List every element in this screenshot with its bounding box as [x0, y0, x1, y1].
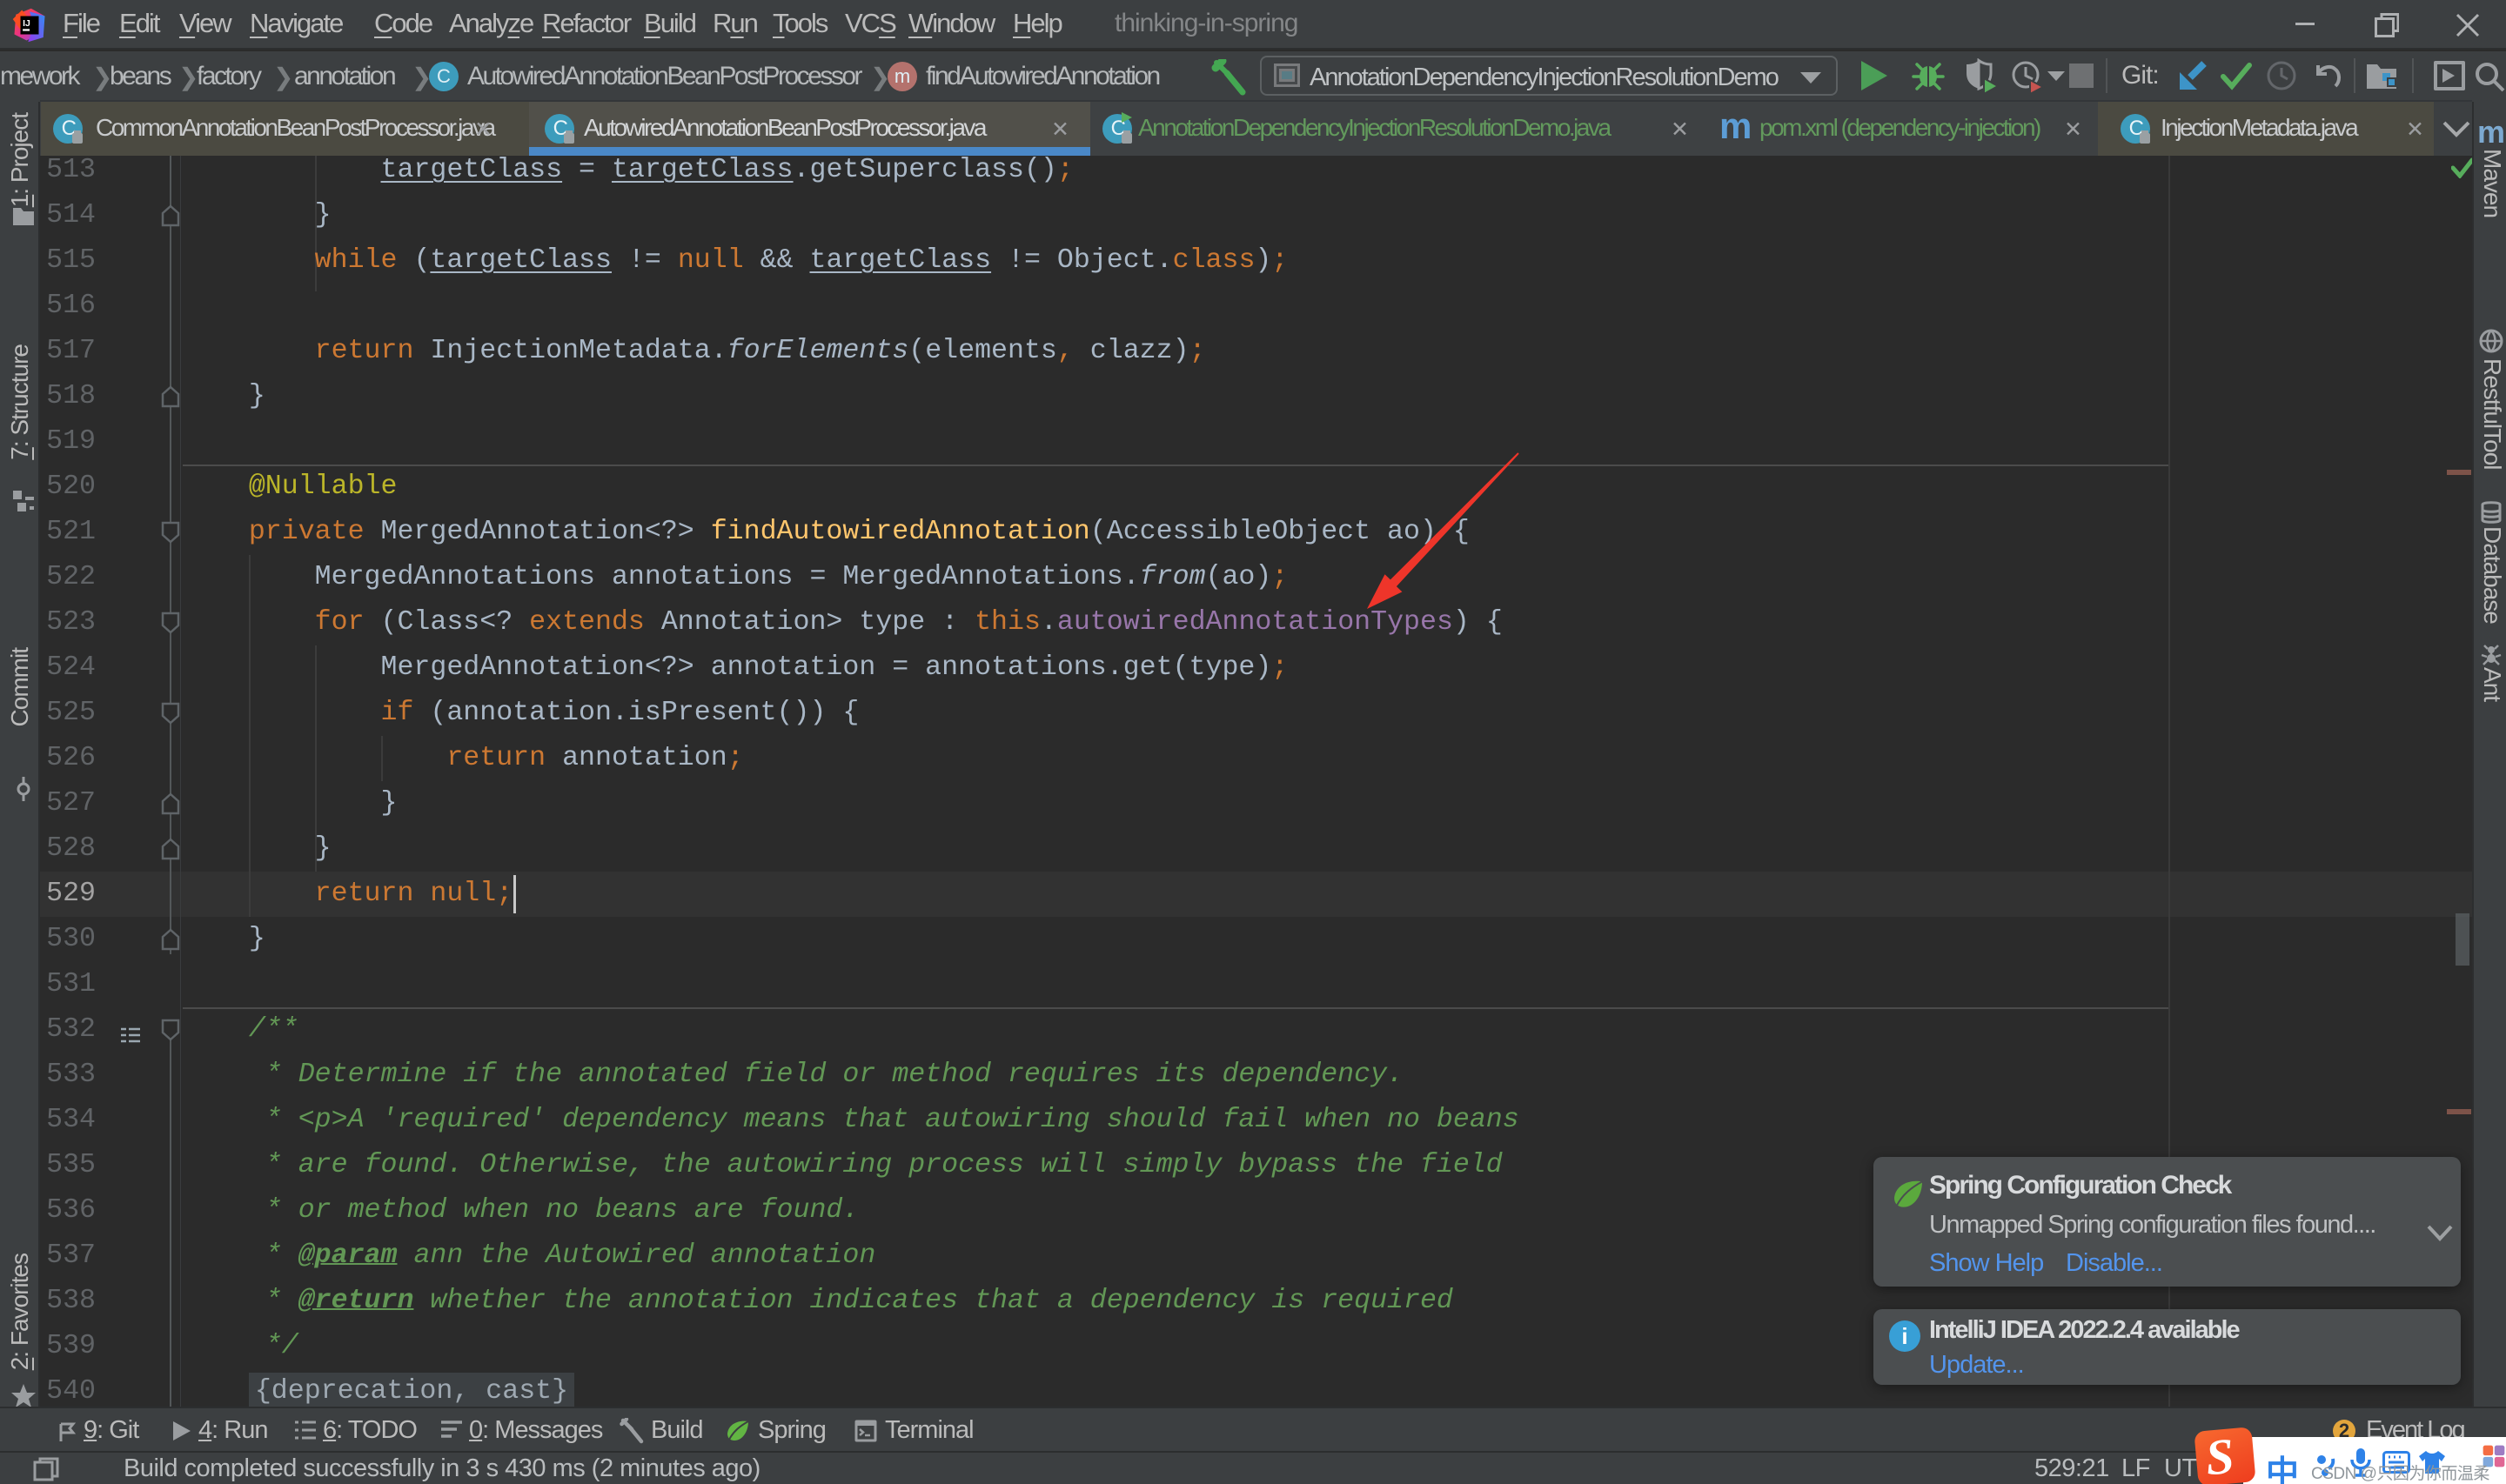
svg-text:IJ: IJ [23, 18, 30, 29]
